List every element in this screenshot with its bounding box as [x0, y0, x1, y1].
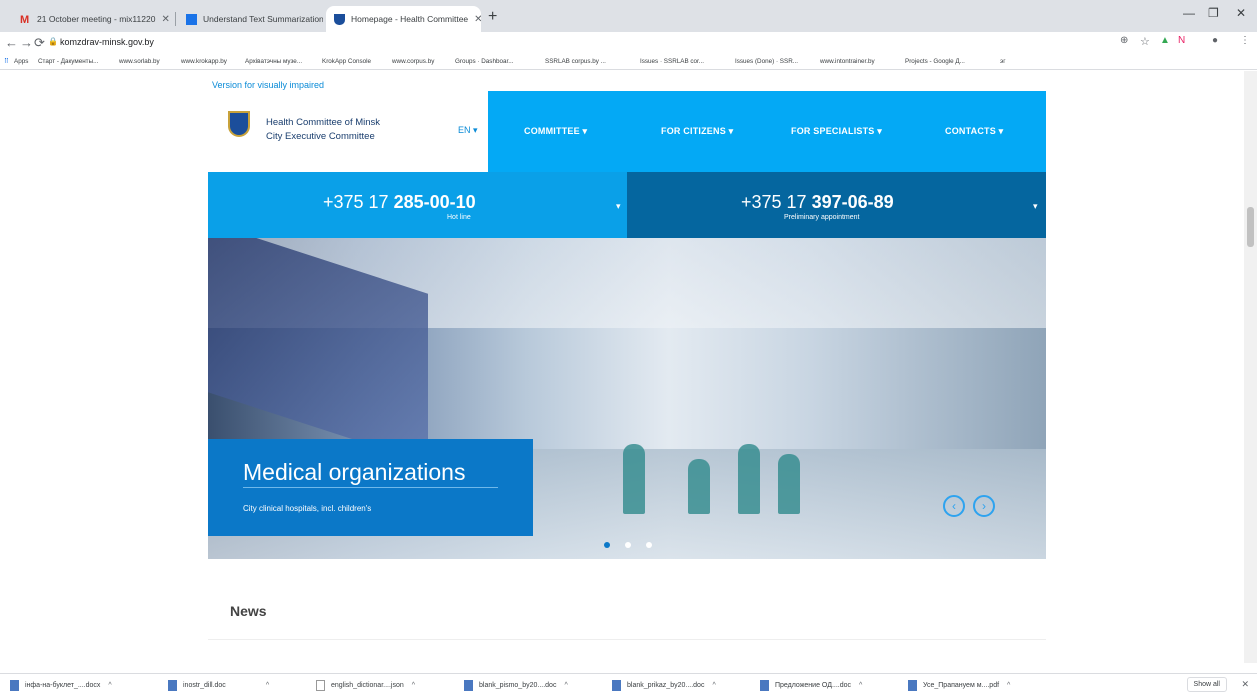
star-icon[interactable]: ☆ — [1140, 35, 1150, 48]
appointment-label: Preliminary appointment — [784, 214, 860, 221]
restore-icon[interactable]: ❐ — [1208, 6, 1219, 20]
bookmark-item[interactable]: SSRLAB corpus.by ... — [545, 58, 606, 65]
slide-dot[interactable] — [646, 542, 652, 548]
chevron-up-icon: ^ — [564, 682, 568, 689]
chevron-up-icon: ^ — [265, 682, 270, 689]
main-navigation: COMMITTEE ▾ FOR CITIZENS ▾ FOR SPECIALIS… — [488, 91, 1046, 172]
scrollbar[interactable] — [1244, 71, 1257, 663]
file-icon — [316, 680, 325, 691]
lock-icon[interactable]: 🔒 — [48, 37, 58, 46]
hotline-number: +375 17 285-00-10 — [323, 192, 476, 212]
forward-icon[interactable]: → — [20, 35, 33, 50]
appointment-number: +375 17 397-06-89 — [741, 192, 894, 212]
chevron-up-icon: ^ — [712, 682, 716, 689]
tab-gmail[interactable]: M 21 October meeting - mix11220 ✕ — [12, 6, 172, 32]
slide-next-icon[interactable]: › — [973, 495, 995, 517]
download-item[interactable]: Усе_Прапануем м....pdf ^ — [908, 680, 1010, 691]
bookmark-item[interactable]: Issues · SSRLAB cor... — [640, 58, 704, 65]
gmail-icon: M — [20, 13, 30, 26]
new-tab-button[interactable]: + — [488, 8, 497, 26]
bookmark-item[interactable]: www.sorlab.by — [119, 58, 160, 65]
appointment-phone-block[interactable]: +375 17 397-06-89 Preliminary appointmen… — [627, 172, 1046, 238]
download-item[interactable]: english_dictionar....json ^ — [316, 680, 415, 691]
bookmark-item[interactable]: Архіватэчны музе... — [245, 58, 302, 65]
url-field[interactable]: komzdrav-minsk.gov.by — [60, 37, 154, 47]
nav-committee[interactable]: COMMITTEE ▾ — [524, 126, 587, 137]
slide-prev-icon[interactable]: ‹ — [943, 495, 965, 517]
web-page: Version for visually impaired Health Com… — [0, 71, 1257, 663]
crest-icon — [334, 13, 345, 25]
show-all-button[interactable]: Show all — [1186, 677, 1227, 692]
chevron-up-icon: ^ — [1007, 682, 1011, 689]
slide-dot[interactable] — [604, 542, 610, 548]
back-icon[interactable]: ← — [5, 35, 18, 50]
extension-n-icon[interactable]: N — [1178, 35, 1185, 46]
org-name: Health Committee of Minsk City Executive… — [266, 117, 381, 142]
bookmark-item[interactable]: Projects - Google Д... — [905, 58, 965, 65]
bookmark-item[interactable]: Groups · Dashboar... — [455, 58, 513, 65]
tab-understand[interactable]: Understand Text Summarization ✕ — [178, 6, 323, 32]
hotline-phone-block[interactable]: +375 17 285-00-10 Hot line ▾ — [208, 172, 627, 238]
reload-icon[interactable]: ⟳ — [34, 35, 45, 51]
chevron-up-icon: ^ — [411, 682, 416, 689]
bookmark-item[interactable]: www.corpus.by — [392, 58, 434, 65]
tab-homepage[interactable]: Homepage - Health Committee ✕ — [326, 6, 481, 32]
chevron-down-icon[interactable]: ▾ — [616, 201, 621, 212]
slide-title: Medical organizations — [243, 459, 466, 485]
doc-icon — [186, 13, 197, 25]
hotline-label: Hot line — [447, 214, 471, 221]
hero-slider: Medical organizations City clinical hosp… — [208, 238, 1046, 559]
file-icon — [760, 680, 769, 691]
bookmarks-bar: ⠿ Apps Старт - Дакументы... www.sorlab.b… — [0, 54, 1257, 70]
language-switcher[interactable]: EN ▾ — [458, 125, 478, 136]
close-window-icon[interactable]: ✕ — [1236, 6, 1246, 20]
close-downloads-icon[interactable]: ✕ — [1241, 679, 1249, 690]
bookmark-item[interactable]: www.krokapp.by — [181, 58, 227, 65]
menu-icon[interactable]: ⋮ — [1240, 35, 1250, 46]
bookmark-item[interactable]: KrokApp Console — [322, 58, 371, 65]
close-tab-icon[interactable]: ✕ — [468, 14, 481, 25]
download-item[interactable]: Предложение ОД....doc ^ — [760, 680, 862, 691]
address-bar: ← → ⟳ 🔒 komzdrav-minsk.gov.by ⊕ ☆ ▲ N ● … — [0, 32, 1257, 54]
file-icon — [10, 680, 19, 691]
visually-impaired-link[interactable]: Version for visually impaired — [212, 80, 324, 90]
download-item[interactable]: blank_pismo_by20....doc ^ — [464, 680, 568, 691]
bookmark-item[interactable]: Issues (Done) · SSR... — [735, 58, 798, 65]
file-icon — [464, 680, 473, 691]
slide-dot[interactable] — [625, 542, 631, 548]
chevron-up-icon: ^ — [859, 682, 863, 689]
profile-avatar[interactable]: ● — [1212, 35, 1218, 46]
file-icon — [908, 680, 917, 691]
minimize-icon[interactable]: — — [1183, 6, 1195, 20]
download-item[interactable]: blank_prikaz_by20....doc ^ — [612, 680, 716, 691]
slide-subtitle: City clinical hospitals, incl. children'… — [243, 504, 372, 513]
download-item[interactable]: inostr_dill.doc ^ — [168, 680, 269, 691]
chevron-down-icon[interactable]: ▾ — [1033, 201, 1038, 212]
coat-of-arms-logo — [228, 111, 250, 137]
close-tab-icon[interactable]: ✕ — [155, 14, 169, 25]
nav-contacts[interactable]: CONTACTS ▾ — [945, 126, 1003, 137]
nav-for-specialists[interactable]: FOR SPECIALISTS ▾ — [791, 126, 882, 137]
file-icon — [168, 680, 177, 691]
news-heading: News — [230, 603, 267, 619]
chevron-up-icon: ^ — [108, 682, 112, 689]
file-icon — [612, 680, 621, 691]
bookmark-item[interactable]: Apps — [14, 58, 28, 65]
apps-icon[interactable]: ⠿ — [4, 58, 9, 65]
site-header-logo[interactable]: Health Committee of Minsk City Executive… — [208, 91, 488, 172]
nav-for-citizens[interactable]: FOR CITIZENS ▾ — [661, 126, 733, 137]
bookmark-item[interactable]: Старт - Дакументы... — [38, 58, 98, 65]
download-item[interactable]: інфа-на-буклет_....docx ^ — [10, 680, 112, 691]
slide-caption[interactable]: Medical organizations City clinical hosp… — [208, 439, 533, 536]
bookmark-item[interactable]: эг — [1000, 58, 1006, 65]
browser-tab-bar: M 21 October meeting - mix11220 ✕ Unders… — [0, 0, 1257, 32]
bookmark-item[interactable]: www.intontrainer.by — [820, 58, 875, 65]
zoom-icon[interactable]: ⊕ — [1120, 35, 1128, 46]
extension-icon[interactable]: ▲ — [1160, 35, 1170, 46]
downloads-bar: інфа-на-буклет_....docx ^ inostr_dill.doc… — [0, 673, 1257, 695]
